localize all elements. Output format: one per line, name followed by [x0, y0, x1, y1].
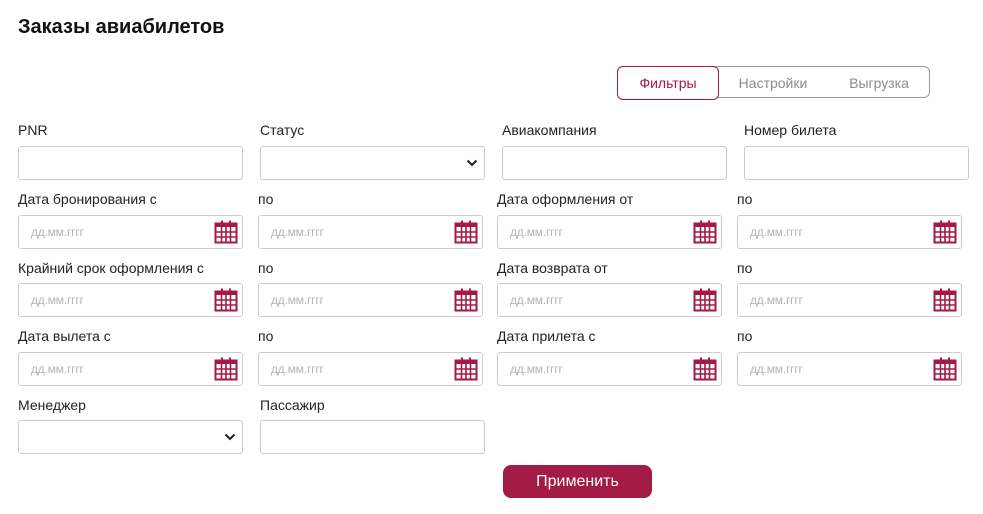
issue-date-to-field [737, 215, 962, 249]
airline-field [502, 146, 727, 180]
booking-date-to-input[interactable] [259, 216, 482, 248]
return-date-from-field [497, 283, 722, 317]
departure-to-label: по [258, 328, 274, 344]
calendar-icon[interactable] [214, 357, 238, 381]
calendar-icon[interactable] [933, 288, 957, 312]
chevron-down-icon [466, 159, 478, 167]
booking-date-from-field [18, 215, 243, 249]
calendar-icon[interactable] [693, 288, 717, 312]
calendar-icon[interactable] [214, 288, 238, 312]
issue-date-to-input[interactable] [738, 216, 961, 248]
arrival-from-field [497, 352, 722, 386]
calendar-icon[interactable] [693, 357, 717, 381]
passenger-label: Пассажир [260, 397, 325, 413]
tab-settings[interactable]: Настройки [721, 66, 825, 100]
issue-date-to-label: по [737, 191, 753, 207]
departure-to-field [258, 352, 483, 386]
booking-date-from-input[interactable] [19, 216, 242, 248]
tab-filters[interactable]: Фильтры [617, 66, 719, 100]
issue-date-from-input[interactable] [498, 216, 721, 248]
airline-input[interactable] [503, 147, 726, 179]
departure-from-input[interactable] [19, 353, 242, 385]
calendar-icon[interactable] [454, 220, 478, 244]
manager-label: Менеджер [18, 397, 86, 413]
return-date-from-label: Дата возврата от [497, 260, 608, 276]
chevron-down-icon [224, 433, 236, 441]
departure-from-label: Дата вылета с [18, 328, 111, 344]
deadline-from-label: Крайний срок оформления с [18, 260, 204, 276]
passenger-field [260, 420, 485, 454]
issue-date-from-label: Дата оформления от [497, 191, 634, 207]
status-select[interactable] [260, 146, 485, 180]
calendar-icon[interactable] [454, 288, 478, 312]
pnr-field [18, 146, 243, 180]
return-date-from-input[interactable] [498, 284, 721, 316]
passenger-input[interactable] [261, 421, 484, 453]
status-label: Статус [260, 122, 305, 138]
calendar-icon[interactable] [214, 220, 238, 244]
ticket-number-input[interactable] [745, 147, 968, 179]
arrival-to-field [737, 352, 962, 386]
calendar-icon[interactable] [454, 357, 478, 381]
booking-date-to-field [258, 215, 483, 249]
pnr-input[interactable] [19, 147, 242, 179]
return-date-to-label: по [737, 260, 753, 276]
arrival-to-input[interactable] [738, 353, 961, 385]
calendar-icon[interactable] [693, 220, 717, 244]
airline-label: Авиакомпания [502, 122, 597, 138]
pnr-label: PNR [18, 122, 48, 138]
arrival-from-label: Дата прилета с [497, 328, 596, 344]
departure-to-input[interactable] [259, 353, 482, 385]
deadline-to-field [258, 283, 483, 317]
calendar-icon[interactable] [933, 220, 957, 244]
calendar-icon[interactable] [933, 357, 957, 381]
view-tabs: Фильтры Настройки Выгрузка [617, 66, 931, 100]
return-date-to-field [737, 283, 962, 317]
ticket-number-field [744, 146, 969, 180]
return-date-to-input[interactable] [738, 284, 961, 316]
booking-date-from-label: Дата бронирования с [18, 191, 157, 207]
apply-button[interactable]: Применить [503, 465, 652, 498]
deadline-to-input[interactable] [259, 284, 482, 316]
tab-export[interactable]: Выгрузка [827, 66, 931, 100]
issue-date-from-field [497, 215, 722, 249]
arrival-to-label: по [737, 328, 753, 344]
deadline-to-label: по [258, 260, 274, 276]
deadline-from-input[interactable] [19, 284, 242, 316]
ticket-number-label: Номер билета [744, 122, 837, 138]
departure-from-field [18, 352, 243, 386]
arrival-from-input[interactable] [498, 353, 721, 385]
booking-date-to-label: по [258, 191, 274, 207]
manager-select[interactable] [18, 420, 243, 454]
deadline-from-field [18, 283, 243, 317]
page-title: Заказы авиабилетов [18, 16, 225, 38]
